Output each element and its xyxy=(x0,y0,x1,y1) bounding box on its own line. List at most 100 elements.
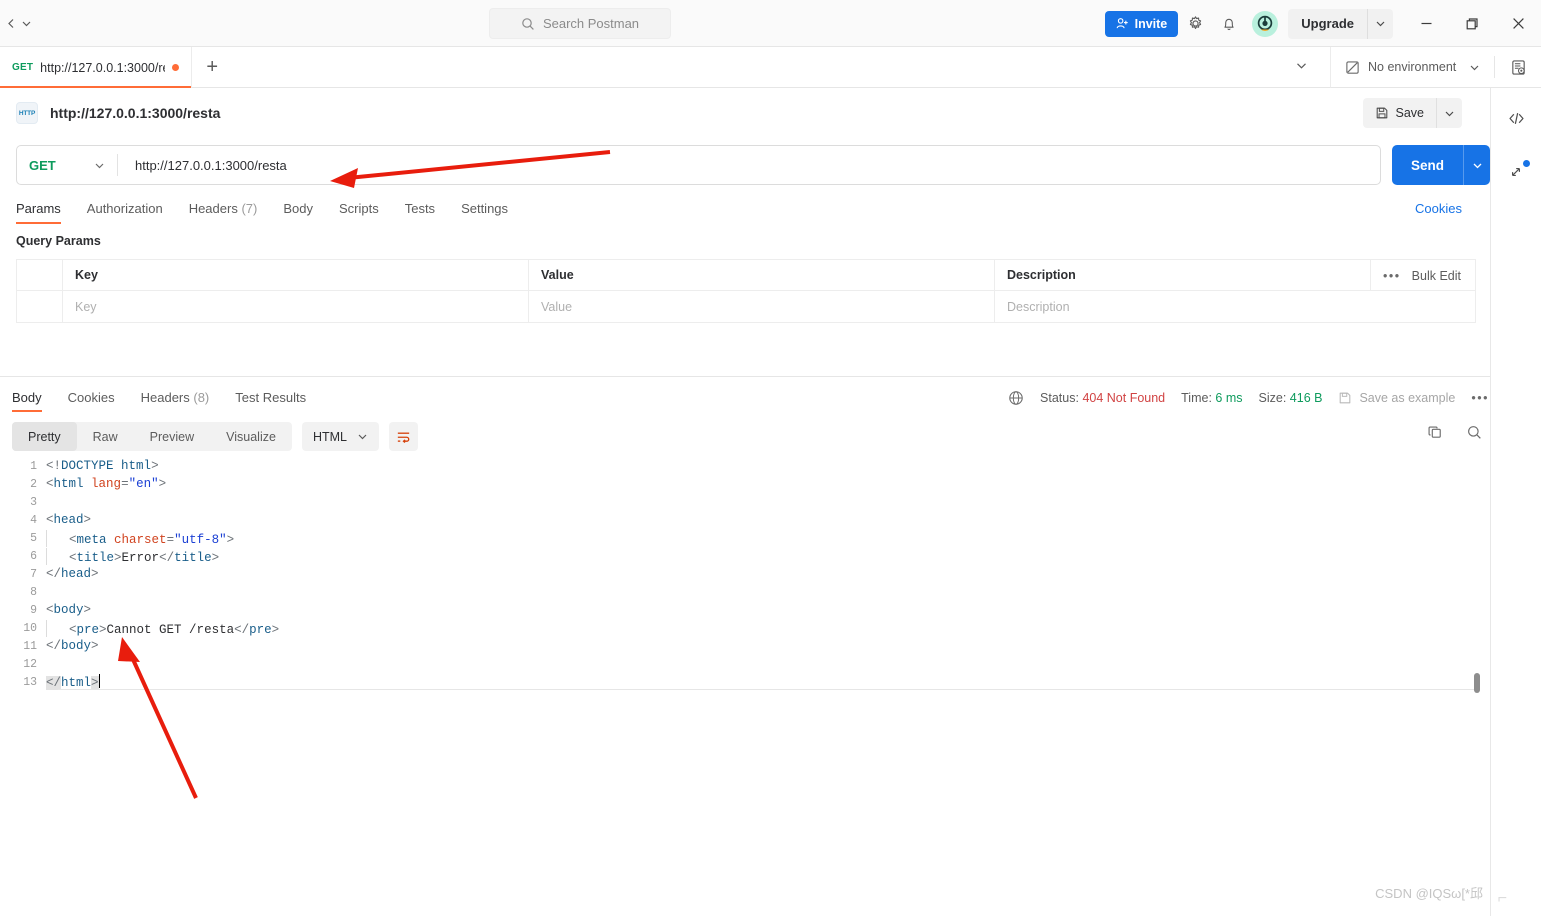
line-number: 11 xyxy=(23,639,37,653)
bulk-edit-button[interactable]: Bulk Edit xyxy=(1412,269,1461,283)
response-tab-cookies[interactable]: Cookies xyxy=(68,390,115,412)
response-tab-headers[interactable]: Headers (8) xyxy=(141,390,210,412)
search-response-button[interactable] xyxy=(1466,424,1483,444)
response-tab-body[interactable]: Body xyxy=(12,390,42,412)
environment-quick-look-button[interactable] xyxy=(1495,59,1541,76)
response-body-code[interactable]: 1 <!DOCTYPE html> 2 <html lang="en"> 3 4 <h… xyxy=(0,457,1490,697)
request-tab[interactable]: GET http://127.0.0.1:3000/re: xyxy=(0,47,193,88)
save-options-caret[interactable] xyxy=(1436,98,1462,128)
word-wrap-toggle[interactable] xyxy=(388,422,418,451)
nav-back-group[interactable] xyxy=(6,18,32,29)
response-format-select[interactable]: HTML xyxy=(301,422,379,451)
send-button[interactable]: Send xyxy=(1392,145,1463,185)
key-input[interactable]: Key xyxy=(63,291,529,322)
code-line-text: <meta charset="utf-8"> xyxy=(46,529,234,547)
line-number: 1 xyxy=(30,459,37,473)
code-line-text: <pre>Cannot GET /resta</pre> xyxy=(46,619,279,637)
line-number: 2 xyxy=(30,477,37,491)
panel-divider[interactable] xyxy=(0,376,1490,377)
code-line: 11 </body> xyxy=(0,637,1490,655)
user-plus-icon xyxy=(1116,18,1128,29)
description-input[interactable]: Description xyxy=(995,291,1475,322)
chevron-left-icon xyxy=(8,18,14,28)
environment-selector[interactable]: No environment xyxy=(1331,60,1494,75)
new-tab-button[interactable]: + xyxy=(192,47,232,87)
column-header-value: Value xyxy=(529,259,995,291)
more-options-icon[interactable]: ••• xyxy=(1383,269,1401,283)
response-tab-test-results[interactable]: Test Results xyxy=(235,390,306,412)
chevron-down-icon[interactable] xyxy=(1469,62,1480,73)
tab-headers[interactable]: Headers (7) xyxy=(189,201,272,224)
save-as-example-button[interactable]: Save as example xyxy=(1338,391,1455,405)
upgrade-caret[interactable] xyxy=(1367,8,1393,39)
search-icon xyxy=(522,17,534,30)
send-options-caret[interactable] xyxy=(1463,145,1490,185)
code-snippet-button[interactable] xyxy=(1499,104,1533,132)
url-input[interactable]: http://127.0.0.1:3000/resta xyxy=(118,158,1380,173)
cookies-link[interactable]: Cookies xyxy=(1415,201,1462,216)
chevron-down-icon xyxy=(358,434,367,440)
line-number: 12 xyxy=(23,657,37,671)
send-group: Send xyxy=(1392,145,1490,185)
code-line-text: <body> xyxy=(46,603,92,617)
view-mode-preview[interactable]: Preview xyxy=(134,422,210,451)
invite-button[interactable]: Invite xyxy=(1104,10,1179,37)
avatar[interactable] xyxy=(1252,10,1279,37)
window-close-button[interactable] xyxy=(1495,0,1541,47)
time-label: Time: xyxy=(1181,391,1212,405)
tab-list-chevron-icon[interactable] xyxy=(1295,59,1308,75)
response-body-actions xyxy=(1427,424,1483,444)
maximize-icon xyxy=(1466,17,1478,29)
table-header-row: Key Value Description ••• Bulk Edit xyxy=(17,259,1475,291)
tab-count: (8) xyxy=(193,390,210,405)
search-icon xyxy=(1468,426,1481,439)
http-method-select[interactable]: GET xyxy=(17,146,117,184)
save-disk-icon xyxy=(1340,392,1351,404)
table-row[interactable]: Key Value Description xyxy=(17,291,1475,322)
tab-authorization[interactable]: Authorization xyxy=(87,201,177,224)
copy-response-button[interactable] xyxy=(1427,424,1444,444)
code-active-line-underline xyxy=(58,689,1478,690)
request-tab-method: GET xyxy=(12,62,34,73)
row-checkbox-cell[interactable] xyxy=(17,291,63,322)
line-number: 8 xyxy=(30,585,37,599)
column-header-key: Key xyxy=(63,259,529,291)
save-button[interactable]: Save xyxy=(1363,98,1437,128)
code-line-text: <html lang="en"> xyxy=(46,477,167,491)
code-vertical-scrollbar[interactable] xyxy=(1474,673,1480,693)
tab-scripts[interactable]: Scripts xyxy=(339,201,393,224)
value-input[interactable]: Value xyxy=(529,291,995,322)
view-mode-raw[interactable]: Raw xyxy=(77,422,134,451)
window-maximize-button[interactable] xyxy=(1449,0,1495,47)
tab-body[interactable]: Body xyxy=(283,201,327,224)
request-tab-strip: GET http://127.0.0.1:3000/re: + xyxy=(0,47,1330,88)
url-input-wrapper: GET http://127.0.0.1:3000/resta xyxy=(16,145,1381,185)
top-bar: Search Postman Invite Upgrade xyxy=(0,0,1541,47)
response-view-mode-group: Pretty Raw Preview Visualize xyxy=(12,422,292,451)
request-header: HTTP http://127.0.0.1:3000/resta Save xyxy=(0,88,1490,138)
tab-params[interactable]: Params xyxy=(16,201,75,224)
environment-bar: No environment xyxy=(1330,47,1541,88)
upgrade-button[interactable]: Upgrade xyxy=(1288,9,1367,39)
notifications-button[interactable] xyxy=(1212,7,1246,41)
tab-tests[interactable]: Tests xyxy=(405,201,449,224)
expand-pane-button[interactable] xyxy=(1499,158,1533,186)
view-mode-visualize[interactable]: Visualize xyxy=(210,422,292,451)
time-value: 6 ms xyxy=(1215,391,1243,405)
code-line: 1 <!DOCTYPE html> xyxy=(0,457,1490,475)
line-number: 4 xyxy=(30,513,37,527)
code-line: 2 <html lang="en"> xyxy=(0,475,1490,493)
size-label: Size: xyxy=(1258,391,1287,405)
search-input[interactable]: Search Postman xyxy=(489,8,671,39)
view-mode-pretty[interactable]: Pretty xyxy=(12,422,77,451)
save-group: Save xyxy=(1362,98,1462,128)
code-line-text: <!DOCTYPE html> xyxy=(46,459,159,473)
settings-button[interactable] xyxy=(1178,7,1212,41)
environment-eye-icon xyxy=(1511,59,1525,75)
upgrade-group[interactable]: Upgrade xyxy=(1288,8,1393,39)
tab-settings[interactable]: Settings xyxy=(461,201,522,224)
globe-icon xyxy=(1009,391,1023,405)
size-group: Size: 416 B xyxy=(1259,391,1323,405)
response-more-options-icon[interactable]: ••• xyxy=(1471,391,1489,405)
window-minimize-button[interactable] xyxy=(1403,0,1449,47)
